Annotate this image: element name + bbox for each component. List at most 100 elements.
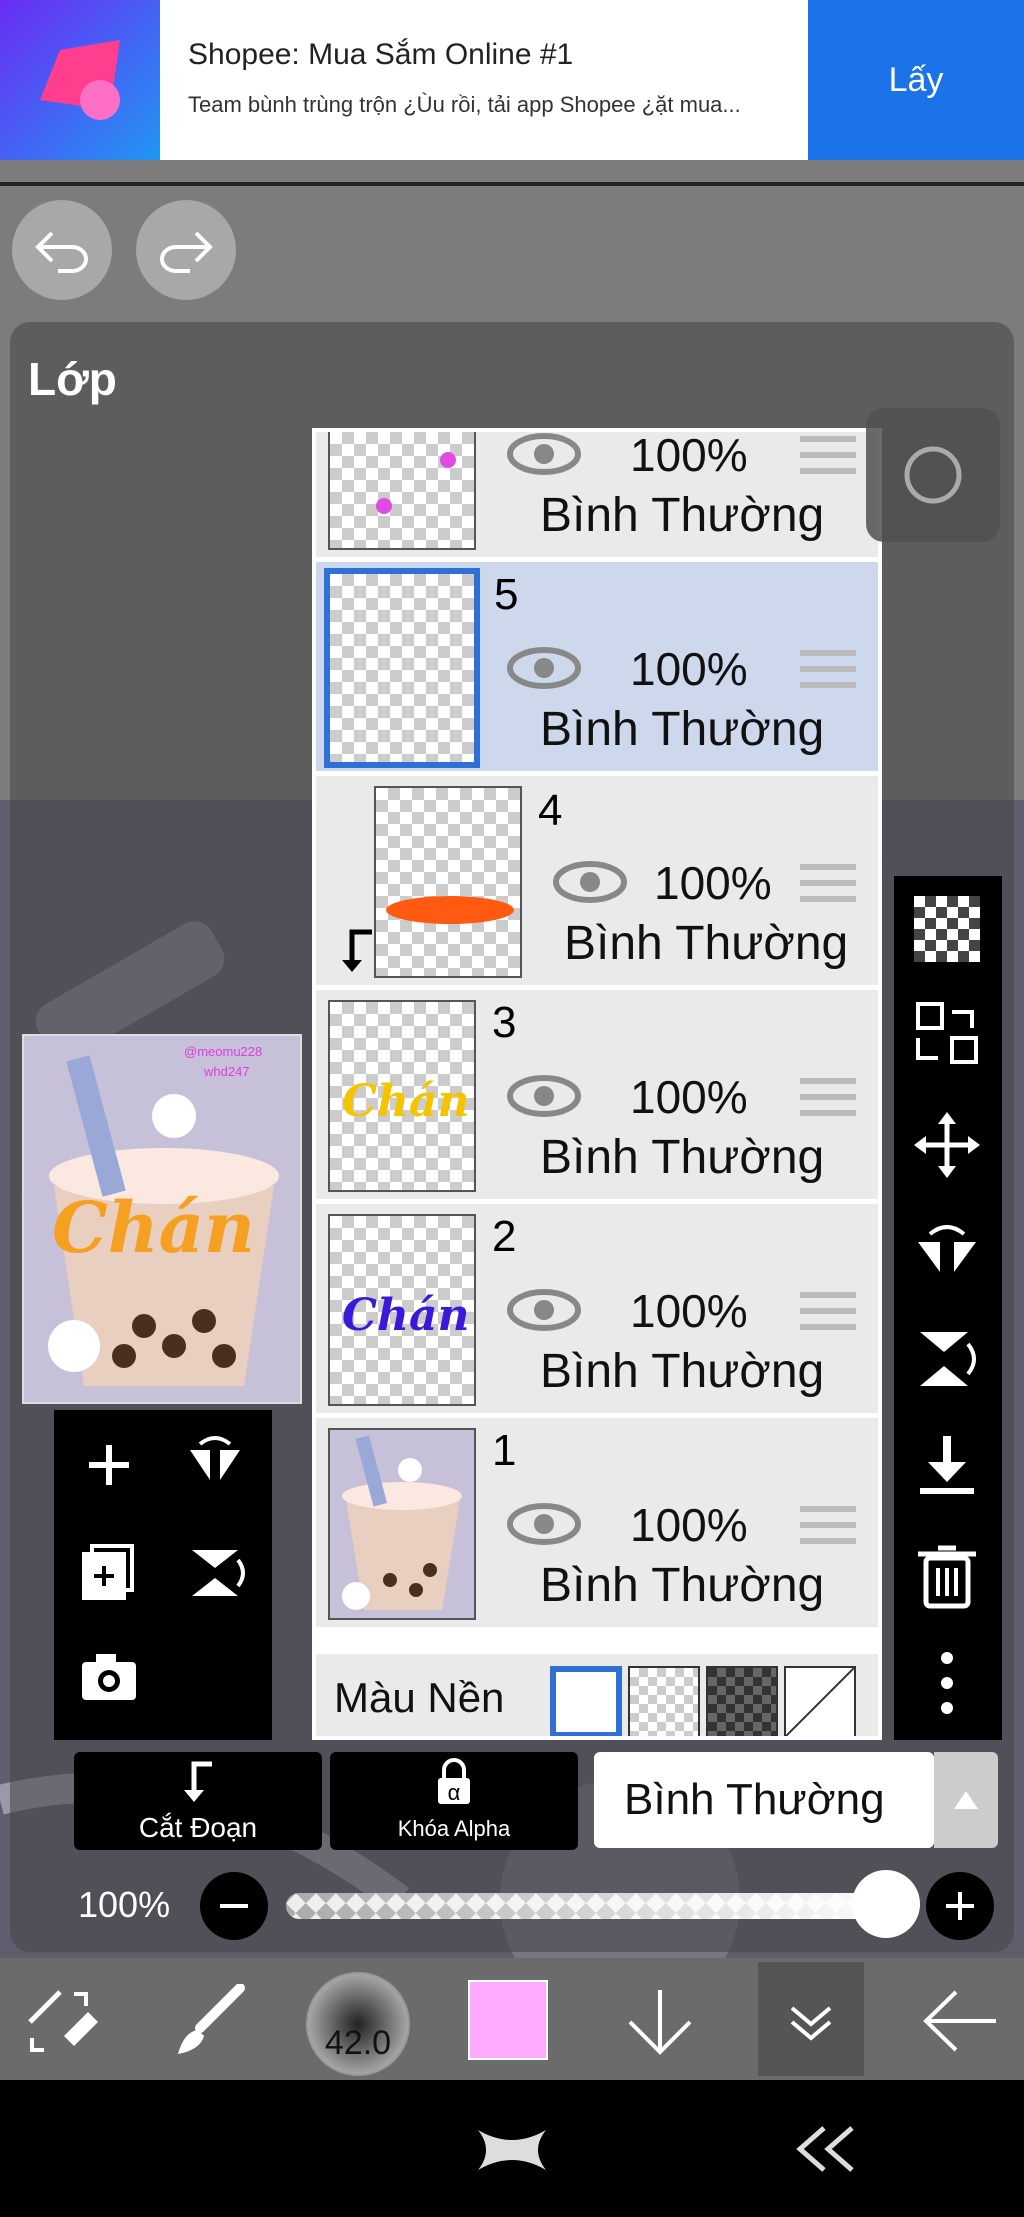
transform-tool-icon[interactable]: [24, 1986, 100, 2056]
eye-icon[interactable]: [506, 1074, 582, 1118]
undo-icon: [35, 231, 88, 273]
layer-row-selected[interactable]: 5 100% Bình Thường: [316, 562, 878, 774]
layer-number: 3: [492, 998, 517, 1047]
credit-text: @meomu228: [184, 1044, 263, 1059]
duplicate-layer-button[interactable]: [74, 1536, 144, 1606]
layer-opacity: 100%: [630, 643, 748, 695]
opacity-label: 100%: [78, 1884, 171, 1925]
triangle-up-icon: [954, 1791, 978, 1809]
ad-banner[interactable]: Shopee: Mua Sắm Online #1 Team bùnh trùn…: [0, 0, 1024, 160]
layer-opacity: 100%: [630, 1071, 748, 1123]
eye-icon[interactable]: [506, 1288, 582, 1332]
opacity-slider[interactable]: [286, 1893, 906, 1919]
bg-none-swatch[interactable]: [784, 1666, 856, 1736]
clip-arrow-icon: [184, 1761, 212, 1802]
trash-icon[interactable]: [912, 1540, 982, 1610]
ad-description[interactable]: Team bùnh trùng trộn ¿Ùu rồi, tải app Sh…: [188, 92, 788, 118]
flip-horizontal-icon: [190, 1436, 240, 1480]
canvas-preview[interactable]: @meomu228 whd247 Chán: [22, 1034, 302, 1404]
merge-down-icon[interactable]: [912, 1432, 982, 1502]
layers-toggle-button[interactable]: [758, 1962, 864, 2076]
layer-list[interactable]: 100% Bình Thường 5 100% Bình Thường 4 10…: [312, 428, 882, 1740]
background-color-row: Màu Nền: [316, 1654, 878, 1736]
plus-icon: [89, 1445, 129, 1485]
more-icon[interactable]: [932, 1648, 962, 1718]
color-swatch[interactable]: [468, 1980, 548, 2060]
brush-size-button[interactable]: 42.0: [306, 1972, 410, 2076]
lock-icon: α: [438, 1758, 470, 1805]
clip-label: Cắt Đoạn: [138, 1812, 258, 1843]
drag-handle-icon[interactable]: [800, 650, 856, 690]
duplicate-icon: [82, 1544, 134, 1600]
layer-thumbnail: [328, 432, 476, 550]
preview-title-text: Chán: [52, 1186, 255, 1269]
add-layer-button[interactable]: [74, 1430, 144, 1500]
flip-horizontal-button[interactable]: [180, 1430, 250, 1500]
layer-number: 4: [538, 786, 563, 835]
layer-blend-mode: Bình Thường: [540, 489, 825, 542]
layer-row[interactable]: 100% Bình Thường: [316, 432, 878, 560]
right-toolbox: [894, 876, 1002, 1740]
ad-image[interactable]: [0, 0, 160, 160]
checker-icon[interactable]: [914, 896, 980, 962]
drag-handle-icon[interactable]: [800, 1506, 856, 1546]
minus-icon: [220, 1904, 248, 1908]
bg-transparent-swatch[interactable]: [628, 1666, 700, 1736]
ad-title[interactable]: Shopee: Mua Sắm Online #1: [188, 38, 573, 72]
double-chevron-left-icon[interactable]: [790, 2124, 860, 2174]
divider: [0, 182, 1024, 186]
layer-opacity: 100%: [630, 1285, 748, 1337]
double-chevron-down-icon: [790, 2006, 832, 2041]
redo-button[interactable]: [136, 200, 236, 300]
layer-row[interactable]: Chán 3 100% Bình Thường: [316, 990, 878, 1202]
layer-blend-mode: Bình Thường: [540, 1345, 825, 1398]
swap-layer-icon[interactable]: [912, 998, 982, 1068]
layer-row[interactable]: Chán 2 100% Bình Thường: [316, 1204, 878, 1416]
undo-button[interactable]: [12, 200, 112, 300]
circle-icon: [904, 446, 962, 504]
arrow-down-icon[interactable]: [622, 1986, 698, 2058]
layer-thumbnail: [328, 1428, 476, 1620]
camera-button[interactable]: [74, 1642, 144, 1712]
bg-dark-swatch[interactable]: [706, 1666, 778, 1736]
eye-icon[interactable]: [506, 432, 582, 476]
blend-mode-select[interactable]: Bình Thường: [594, 1752, 934, 1848]
brush-icon[interactable]: [170, 1984, 248, 2058]
drag-handle-icon[interactable]: [800, 864, 856, 904]
clip-button[interactable]: Cắt Đoạn: [74, 1752, 322, 1850]
eye-icon[interactable]: [506, 1502, 582, 1546]
flip-vertical-button[interactable]: [180, 1536, 250, 1606]
layer-number: 1: [492, 1426, 517, 1475]
layer-row[interactable]: 1 100% Bình Thường: [316, 1418, 878, 1630]
bottom-toolbar: 42.0: [0, 1958, 1024, 2080]
layer-opacity: 100%: [654, 857, 772, 909]
eye-icon[interactable]: [506, 646, 582, 690]
alpha-lock-button[interactable]: α Khóa Alpha: [330, 1752, 578, 1850]
layer-number: 2: [492, 1212, 517, 1261]
flip-horizontal-icon[interactable]: [912, 1216, 982, 1286]
opacity-decrease-button[interactable]: [200, 1872, 268, 1940]
redo-icon: [160, 231, 213, 273]
floating-circle-button[interactable]: [866, 408, 1000, 542]
ad-get-button[interactable]: Lấy: [808, 0, 1024, 160]
blend-mode-dropdown-button[interactable]: [934, 1752, 998, 1848]
eye-icon[interactable]: [552, 860, 628, 904]
bg-white-swatch[interactable]: [550, 1666, 622, 1736]
layer-blend-mode: Bình Thường: [540, 1559, 825, 1612]
drag-handle-icon[interactable]: [800, 1292, 856, 1332]
layer-thumbnail: [374, 786, 522, 978]
opacity-slider-knob[interactable]: [852, 1870, 920, 1938]
move-icon[interactable]: [912, 1110, 982, 1180]
layer-row[interactable]: 4 100% Bình Thường: [316, 776, 878, 988]
left-toolbox: [54, 1410, 272, 1740]
opacity-increase-button[interactable]: [926, 1872, 994, 1940]
back-arrow-icon[interactable]: [920, 1988, 1000, 2054]
flip-vertical-icon[interactable]: [912, 1322, 982, 1392]
close-overlay-icon[interactable]: [474, 2122, 550, 2178]
background-label: Màu Nền: [334, 1674, 505, 1721]
thumb-text: Chán: [342, 1076, 470, 1127]
layer-thumbnail: Chán: [328, 1000, 476, 1192]
drag-handle-icon[interactable]: [800, 436, 856, 476]
camera-icon: [82, 1654, 136, 1700]
drag-handle-icon[interactable]: [800, 1078, 856, 1118]
